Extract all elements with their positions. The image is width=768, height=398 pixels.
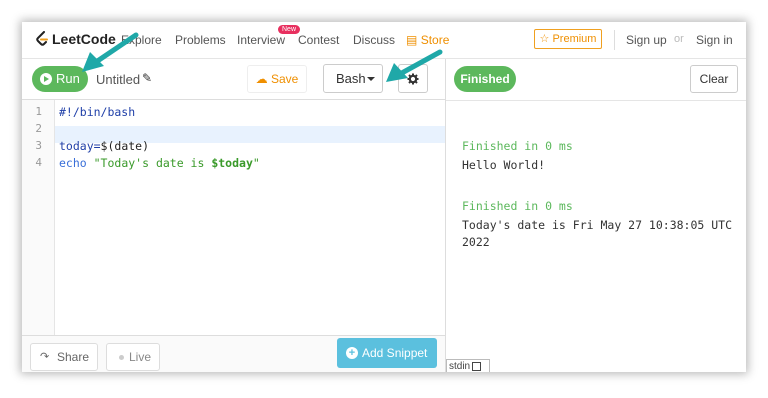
cloud-upload-icon: ☁: [255, 72, 268, 86]
code-token: $(date): [100, 139, 150, 153]
live-button[interactable]: Live: [106, 343, 160, 371]
output-text: Hello World!: [462, 158, 546, 172]
run-status: Finished in 0 ms: [462, 199, 573, 213]
new-badge: New: [278, 25, 301, 34]
status-badge: Finished: [454, 66, 516, 92]
gear-icon: [407, 73, 419, 84]
code-line: #!/bin/bash: [59, 105, 136, 119]
caret-down-icon: [367, 77, 375, 81]
store-label: Store: [420, 33, 450, 47]
line-gutter: 1 2 3 4: [22, 100, 55, 336]
code-token: $today: [211, 156, 253, 170]
nav-store[interactable]: ▤ Store: [406, 33, 449, 47]
play-icon: [40, 73, 52, 85]
language-select[interactable]: Bash: [323, 64, 383, 93]
editor-bottom-bar: ↷ Share Live + Add Snippet: [22, 335, 445, 372]
run-status: Finished in 0 ms: [462, 139, 573, 153]
premium-button[interactable]: ☆ Premium: [534, 29, 602, 49]
add-snippet-label: Add Snippet: [362, 346, 428, 360]
live-label: Live: [129, 350, 152, 364]
code-token: echo: [59, 156, 87, 170]
pencil-icon[interactable]: ✎: [142, 71, 152, 85]
nav-interview[interactable]: Interview: [237, 33, 285, 47]
sign-in-link[interactable]: Sign in: [696, 33, 733, 47]
nav-divider: [614, 30, 615, 50]
settings-button[interactable]: [398, 64, 428, 93]
leetcode-logo[interactable]: LeetCode: [35, 31, 116, 47]
run-label: Run: [56, 71, 80, 86]
output-panel: Finished Clear Finished in 0 ms Hello Wo…: [446, 59, 746, 372]
code-line: today=$(date): [59, 139, 149, 153]
playground-window: LeetCode Explore Problems Interview New …: [22, 22, 746, 372]
expand-icon: [472, 361, 482, 371]
line-number: 3: [35, 139, 42, 152]
nav-contest[interactable]: Contest: [298, 33, 339, 47]
store-icon: ▤: [406, 33, 418, 47]
logo-text: LeetCode: [52, 31, 116, 47]
code-token: ": [252, 156, 260, 170]
top-nav: LeetCode Explore Problems Interview New …: [22, 22, 746, 59]
code-editor[interactable]: 1 2 3 4 #!/bin/bash today=$(date) echo "…: [22, 99, 445, 336]
leetcode-logo-icon: [36, 31, 48, 46]
code-line: echo "Today's date is $today": [59, 156, 260, 170]
save-button[interactable]: ☁ Save: [247, 65, 307, 93]
output-text: Today's date is Fri May 27 10:38:05 UTC: [462, 218, 733, 232]
line-number: 1: [35, 105, 42, 118]
nav-problems[interactable]: Problems: [175, 33, 226, 47]
save-label: Save: [270, 72, 299, 86]
language-value: Bash: [336, 71, 366, 86]
nav-explore[interactable]: Explore: [121, 33, 162, 47]
output-text: 2022: [462, 235, 490, 249]
clear-button[interactable]: Clear: [690, 65, 738, 93]
output-divider: [446, 100, 746, 101]
editor-panel: Run Untitled ✎ ☁ Save Bash 1 2 3 4 #!/bi…: [22, 59, 446, 372]
add-snippet-button[interactable]: + Add Snippet: [337, 338, 437, 368]
stdin-tab[interactable]: stdin: [446, 359, 490, 372]
stdin-label: stdin: [449, 361, 471, 372]
star-icon: ☆: [539, 33, 550, 45]
share-label: Share: [57, 350, 90, 364]
snippet-title[interactable]: Untitled: [96, 72, 140, 87]
share-button[interactable]: ↷ Share: [30, 343, 98, 371]
code-token: today=: [59, 139, 101, 153]
code-token: "Today's date is: [86, 156, 212, 170]
sign-up-link[interactable]: Sign up: [626, 33, 667, 47]
line-number: 2: [35, 122, 42, 135]
or-text: or: [674, 33, 684, 45]
line-number: 4: [35, 156, 42, 169]
nav-discuss[interactable]: Discuss: [353, 33, 395, 47]
premium-label: Premium: [552, 33, 597, 45]
plus-circle-icon: +: [346, 347, 358, 359]
live-dot-icon: [119, 355, 124, 360]
run-button[interactable]: Run: [32, 66, 88, 92]
share-icon: ↷: [40, 351, 50, 363]
